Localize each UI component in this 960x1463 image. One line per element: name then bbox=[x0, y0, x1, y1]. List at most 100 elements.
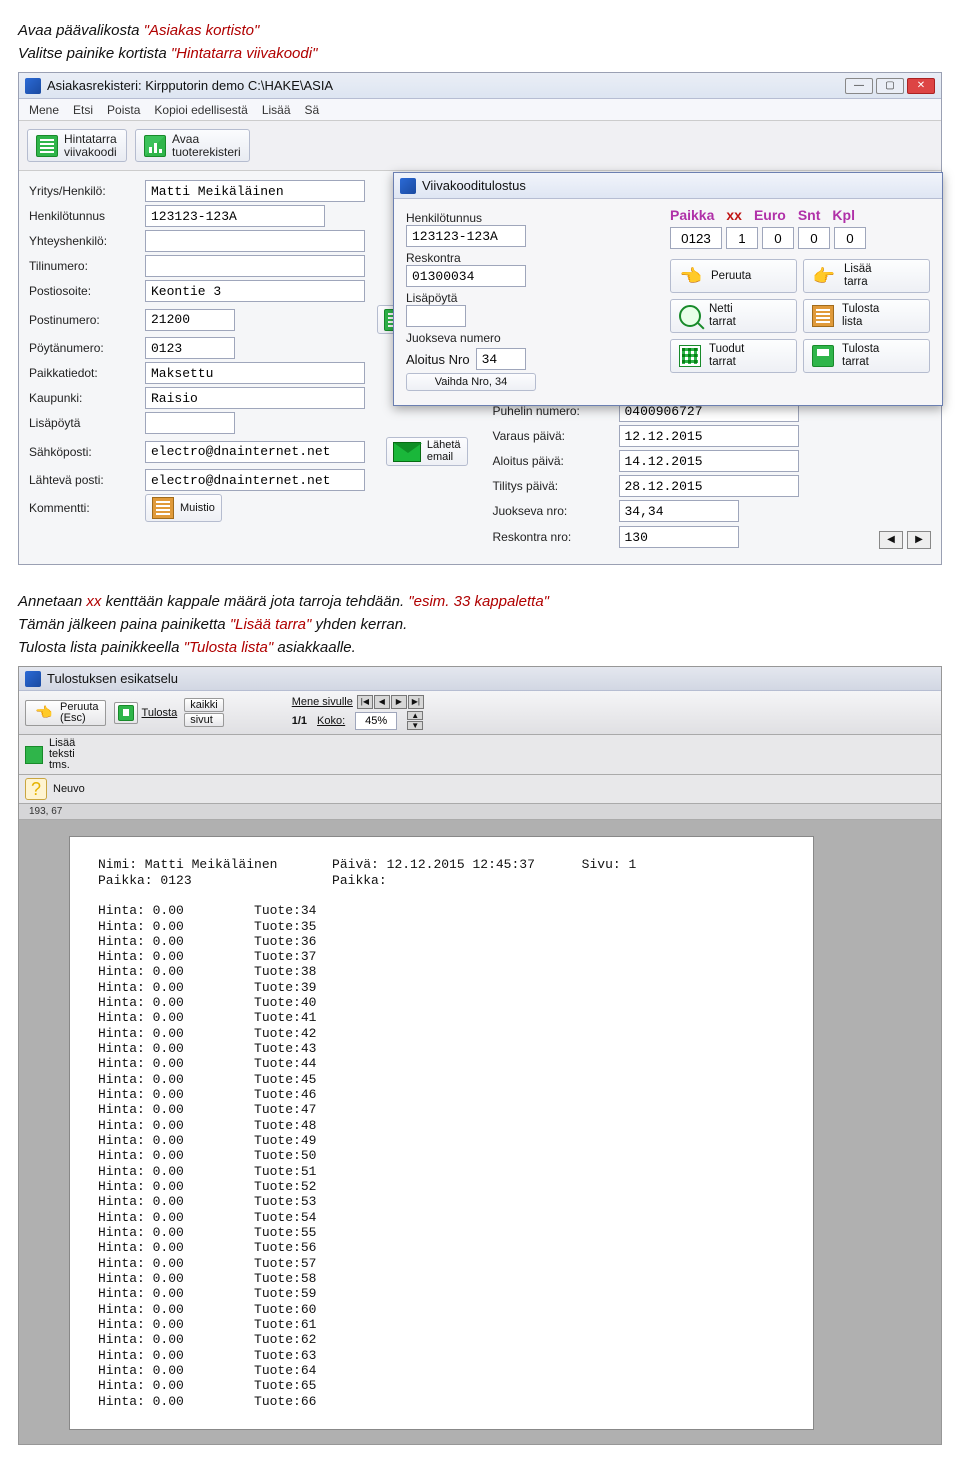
app-icon bbox=[25, 671, 41, 687]
zoom-up-button[interactable]: ▲ bbox=[407, 711, 423, 720]
laheta-email-button[interactable]: Lähetäemail bbox=[386, 437, 468, 466]
viivakoodi-window: Viivakooditulostus Henkilötunnus Reskont… bbox=[393, 172, 943, 406]
lisaa-tarra-button[interactable]: 👉 Lisäätarra bbox=[803, 259, 930, 293]
neuvo-label: Neuvo bbox=[53, 783, 85, 795]
peruuta-button[interactable]: 👈 Peruuta bbox=[670, 259, 797, 293]
muistio-button[interactable]: Muistio bbox=[145, 494, 222, 522]
label-postiosoite: Postiosoite: bbox=[29, 284, 139, 298]
xx-field[interactable] bbox=[726, 227, 758, 249]
tulosta-sivut-button[interactable]: sivut bbox=[184, 713, 224, 727]
zoom-input[interactable] bbox=[355, 712, 397, 730]
peruuta-esc-button[interactable]: 👈 Peruuta(Esc) bbox=[25, 700, 106, 726]
label-htunnus: Henkilötunnus bbox=[29, 209, 139, 223]
scroll-right-button[interactable]: ▶ bbox=[907, 531, 931, 549]
postiosoite-input[interactable] bbox=[145, 280, 365, 302]
point-right-icon: 👉 bbox=[812, 265, 836, 287]
label-yritys: Yritys/Henkilö: bbox=[29, 184, 139, 198]
poytanumero-input[interactable] bbox=[145, 337, 235, 359]
toolbar: Hintatarraviivakoodi Avaatuoterekisteri bbox=[19, 121, 941, 171]
label-lisapoyta: Lisäpöytä bbox=[29, 416, 139, 430]
lisapoyta-input[interactable] bbox=[145, 412, 235, 434]
label-varaus: Varaus päivä: bbox=[493, 429, 613, 443]
page-indicator: 1/1 bbox=[292, 715, 307, 727]
preview-toolbar: 👈 Peruuta(Esc) Tulosta kaikki sivut Mene… bbox=[19, 691, 941, 735]
instruction-line: Avaa päävalikosta "Asiakas kortisto" bbox=[18, 22, 942, 39]
htunnus-input[interactable] bbox=[145, 205, 325, 227]
paikka-field[interactable] bbox=[670, 227, 722, 249]
point-left-icon: 👈 bbox=[679, 265, 703, 287]
point-left-icon: 👈 bbox=[32, 702, 56, 724]
tulosta-kaikki-button[interactable]: kaikki bbox=[184, 698, 224, 712]
paikkatiedot-input[interactable] bbox=[145, 362, 365, 384]
avaa-tuoterekisteri-button[interactable]: Avaatuoterekisteri bbox=[135, 129, 250, 162]
netti-tarrat-button[interactable]: Nettitarrat bbox=[670, 299, 797, 333]
maximize-button[interactable]: ▢ bbox=[876, 78, 904, 94]
label-email: Sähköposti: bbox=[29, 445, 139, 459]
ol-label-lisapoyta: Lisäpöytä bbox=[406, 291, 652, 305]
reskontra-input[interactable] bbox=[619, 526, 739, 548]
last-page-button[interactable]: ▶| bbox=[408, 695, 424, 709]
menu-item[interactable]: Poista bbox=[107, 103, 140, 117]
grid-icon bbox=[679, 345, 701, 367]
hintatarra-viivakoodi-button[interactable]: Hintatarraviivakoodi bbox=[27, 129, 127, 162]
yhteyshenkilo-input[interactable] bbox=[145, 230, 365, 252]
magnifier-icon bbox=[679, 305, 701, 327]
overlay-title: Viivakooditulostus bbox=[422, 178, 526, 193]
overlay-header: Paikka xx Euro Snt Kpl bbox=[670, 207, 930, 223]
close-button[interactable]: ✕ bbox=[907, 78, 935, 94]
list-icon bbox=[812, 305, 834, 327]
instruction-line: Tämän jälkeen paina painiketta "Lisää ta… bbox=[18, 616, 942, 633]
kaupunki-input[interactable] bbox=[145, 387, 365, 409]
zoom-down-button[interactable]: ▼ bbox=[407, 721, 423, 730]
menu-item[interactable]: Etsi bbox=[73, 103, 93, 117]
scroll-left-button[interactable]: ◀ bbox=[879, 531, 903, 549]
first-page-button[interactable]: |◀ bbox=[357, 695, 373, 709]
menu-item[interactable]: Kopioi edellisestä bbox=[154, 103, 247, 117]
notepad-icon bbox=[152, 497, 174, 519]
prev-page-button[interactable]: ◀ bbox=[374, 695, 390, 709]
email-input[interactable] bbox=[145, 441, 365, 463]
label-aloitus: Aloitus päivä: bbox=[493, 454, 613, 468]
juokseva-input[interactable] bbox=[619, 500, 739, 522]
preview-titlebar[interactable]: Tulostuksen esikatselu bbox=[19, 667, 941, 691]
app-icon bbox=[400, 178, 416, 194]
next-page-button[interactable]: ▶ bbox=[391, 695, 407, 709]
tulosta-button[interactable] bbox=[114, 702, 138, 724]
postinumero-input[interactable] bbox=[145, 309, 235, 331]
add-text-icon[interactable] bbox=[25, 746, 43, 764]
overlay-titlebar[interactable]: Viivakooditulostus bbox=[394, 173, 942, 199]
ol-lisapoyta-input[interactable] bbox=[406, 305, 466, 327]
lahteva-input[interactable] bbox=[145, 469, 365, 491]
tilitys-input[interactable] bbox=[619, 475, 799, 497]
ol-label-juokseva: Juokseva numero bbox=[406, 331, 652, 345]
ol-reskontra-input[interactable] bbox=[406, 265, 526, 287]
report-paper: Nimi: Matti Meikäläinen Päivä: 12.12.201… bbox=[69, 836, 814, 1430]
vaihda-nro-button[interactable]: Vaihda Nro, 34 bbox=[406, 373, 536, 391]
tulosta-tarrat-button[interactable]: Tulostatarrat bbox=[803, 339, 930, 373]
koko-label: Koko: bbox=[317, 715, 345, 727]
label-reskontra: Reskontra nro: bbox=[493, 530, 613, 544]
menu-item[interactable]: Lisää bbox=[262, 103, 291, 117]
tulosta-label: Tulosta bbox=[142, 707, 178, 719]
menu-item[interactable]: Sä bbox=[305, 103, 320, 117]
main-titlebar[interactable]: Asiakasrekisteri: Kirpputorin demo C:\HA… bbox=[19, 73, 941, 99]
label-poytanro: Pöytänumero: bbox=[29, 341, 139, 355]
help-icon[interactable]: ? bbox=[25, 778, 47, 800]
tuodut-tarrat-button[interactable]: Tuoduttarrat bbox=[670, 339, 797, 373]
tili-input[interactable] bbox=[145, 255, 365, 277]
menu-bar: Mene Etsi Poista Kopioi edellisestä Lisä… bbox=[19, 99, 941, 121]
menu-item[interactable]: Mene bbox=[29, 103, 59, 117]
yritys-input[interactable] bbox=[145, 180, 365, 202]
snt-field[interactable] bbox=[798, 227, 830, 249]
minimize-button[interactable]: — bbox=[845, 78, 873, 94]
euro-field[interactable] bbox=[762, 227, 794, 249]
preview-toolbar-2: Lisäätekstitms. bbox=[19, 735, 941, 775]
ol-htunnus-input[interactable] bbox=[406, 225, 526, 247]
varaus-input[interactable] bbox=[619, 425, 799, 447]
label-kaupunki: Kaupunki: bbox=[29, 391, 139, 405]
tulosta-lista-button[interactable]: Tulostalista bbox=[803, 299, 930, 333]
kpl-field[interactable] bbox=[834, 227, 866, 249]
aloitus-input[interactable] bbox=[619, 450, 799, 472]
instruction-line: Valitse painike kortista "Hintatarra vii… bbox=[18, 45, 942, 62]
ol-aloitus-input[interactable] bbox=[476, 348, 526, 370]
